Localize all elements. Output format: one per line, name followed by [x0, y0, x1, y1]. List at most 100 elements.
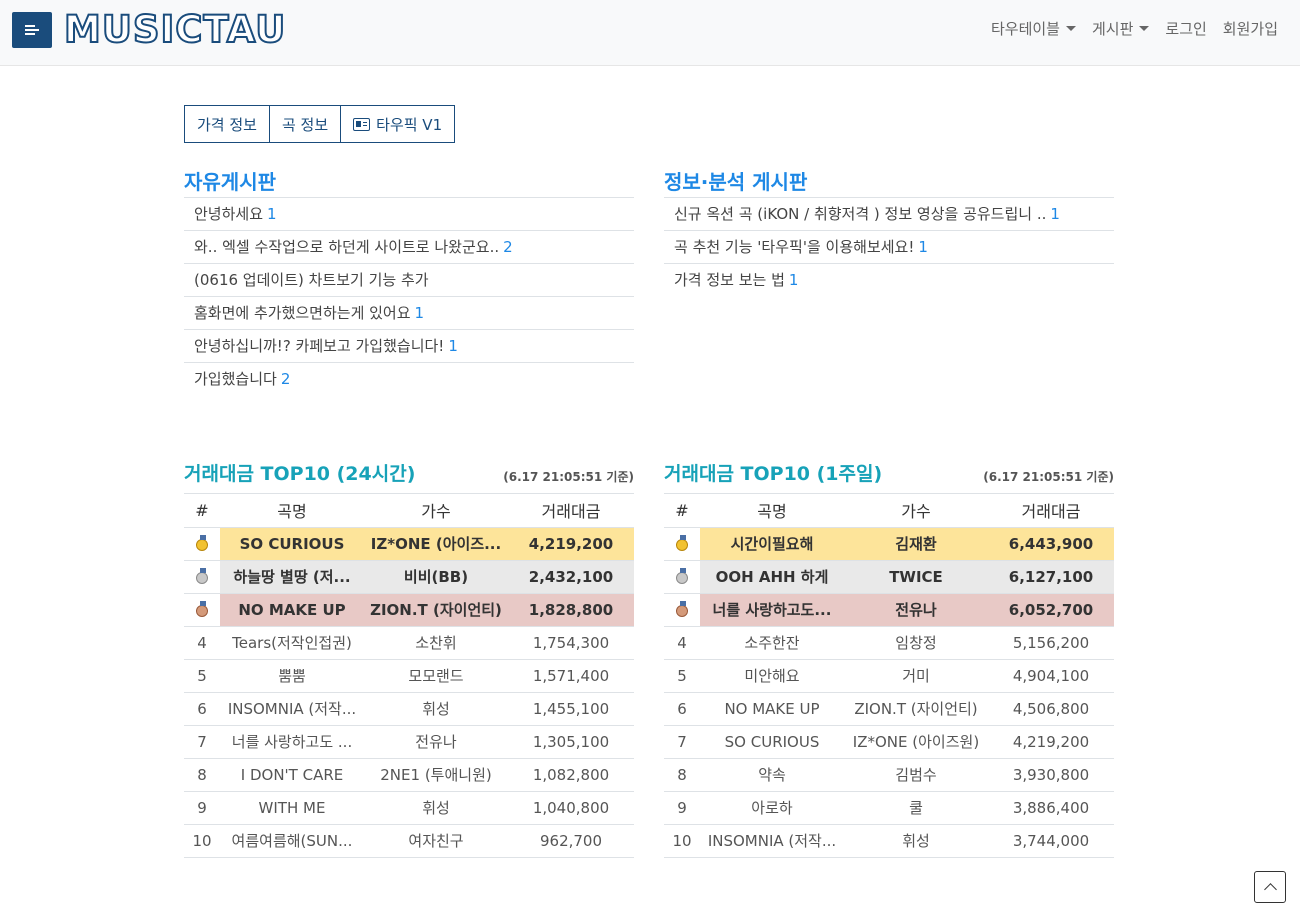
song-cell: NO MAKE UP	[220, 593, 364, 627]
table-row[interactable]: 하늘땅 별땅 (저... 비비(BB) 2,432,100	[184, 560, 634, 594]
song-cell: INSOMNIA (저작...	[700, 824, 844, 858]
rank-cell: 10	[184, 824, 220, 858]
table-row[interactable]: 8 약속 김범수 3,930,800	[664, 758, 1114, 792]
comment-count: 1	[918, 238, 928, 256]
table-row[interactable]: 8I DON'T CARE 2NE1 (투애니원) 1,082,800	[184, 758, 634, 792]
artist-cell: 모모랜드	[364, 659, 508, 693]
table-row[interactable]: 6 NO MAKE UP ZION.T (자이언티) 4,506,800	[664, 692, 1114, 726]
amount-cell: 1,754,300	[508, 626, 634, 660]
table-row[interactable]: 4 Tears(저작인접권) 소찬휘 1,754,300	[184, 626, 634, 660]
post-title: 와.. 엑셀 수작업으로 하던게 사이트로 나왔군요..	[194, 238, 500, 256]
silver-medal-icon	[196, 567, 208, 584]
scroll-to-top-button[interactable]	[1254, 871, 1286, 903]
nav-label: 회원가입	[1222, 20, 1278, 38]
amount-cell: 1,040,800	[508, 791, 634, 825]
menu-toggle-button[interactable]	[12, 12, 52, 48]
amount-cell: 4,219,200	[508, 527, 634, 561]
song-cell: 너를 사랑하고도 ...	[220, 725, 364, 759]
top10-1w-title: 거래대금 TOP10 (1주일)	[664, 463, 883, 485]
artist-cell: 휘성	[364, 692, 508, 726]
free-board-title[interactable]: 자유게시판	[184, 166, 634, 198]
id-card-icon	[353, 117, 371, 131]
col-artist: 가수	[844, 494, 988, 528]
menu-icon	[25, 25, 35, 27]
amount-cell: 6,443,900	[988, 527, 1114, 561]
table-row[interactable]: 6 INSOMNIA (저작... 휘성 1,455,100	[184, 692, 634, 726]
post-item[interactable]: 와.. 엑셀 수작업으로 하던게 사이트로 나왔군요.. 2	[184, 231, 634, 264]
col-song: 곡명	[700, 494, 844, 528]
song-info-button[interactable]: 곡 정보	[268, 105, 342, 143]
post-title: 홈화면에 추가했으면하는게 있어요	[194, 304, 411, 322]
table-row[interactable]: 9 아로하 쿨 3,886,400	[664, 791, 1114, 825]
silver-medal-icon	[676, 567, 688, 584]
table-row[interactable]: 9 WITH ME 휘성 1,040,800	[184, 791, 634, 825]
post-title: 곡 추천 기능 '타우픽'을 이용해보세요!	[674, 238, 915, 256]
song-cell: 여름여름해(SUN...	[220, 824, 364, 858]
table-row[interactable]: 10 INSOMNIA (저작... 휘성 3,744,000	[664, 824, 1114, 858]
nav-item-signup[interactable]: 회원가입	[1223, 18, 1278, 39]
song-cell: 아로하	[700, 791, 844, 825]
caret-down-icon	[1065, 26, 1076, 31]
nav-menu: 타우테이블 게시판 로그인 회원가입	[991, 18, 1278, 39]
post-item[interactable]: 안녕하세요 1	[184, 198, 634, 231]
song-cell: WITH ME	[220, 791, 364, 825]
post-item[interactable]: 가입했습니다 2	[184, 363, 634, 396]
rank-cell: 7	[184, 725, 220, 759]
rank-cell	[184, 560, 220, 594]
logo[interactable]: MUSICTAU	[63, 7, 286, 52]
post-title: 신규 옥션 곡 (iKON / 취향저격 ) 정보 영상을 공유드립니 ..	[674, 205, 1047, 223]
table-row[interactable]: 5 뿜뿜 모모랜드 1,571,400	[184, 659, 634, 693]
artist-cell: 휘성	[364, 791, 508, 825]
artist-cell: IZ*ONE (아이즈원)	[844, 725, 988, 759]
table-row[interactable]: 5 미안해요 거미 4,904,100	[664, 659, 1114, 693]
nav-item-login[interactable]: 로그인	[1165, 18, 1206, 39]
view-button-group: 가격 정보 곡 정보 타우픽 V1	[184, 105, 456, 143]
col-amount: 거래대금	[988, 494, 1114, 528]
table-row[interactable]: 시간이필요해 김재환 6,443,900	[664, 527, 1114, 561]
song-cell: 미안해요	[700, 659, 844, 693]
song-cell: SO CURIOUS	[220, 527, 364, 561]
post-item[interactable]: 가격 정보 보는 법1	[664, 264, 1114, 297]
col-amount: 거래대금	[508, 494, 634, 528]
nav-item-board[interactable]: 게시판	[1092, 18, 1150, 39]
artist-cell: 전유나	[844, 593, 988, 627]
artist-cell: 비비(BB)	[364, 560, 508, 594]
table-row[interactable]: 7 SO CURIOUS IZ*ONE (아이즈원) 4,219,200	[664, 725, 1114, 759]
info-board-title[interactable]: 정보·분석 게시판	[664, 166, 1114, 198]
table-row[interactable]: NO MAKE UP ZION.T (자이언티) 1,828,800	[184, 593, 634, 627]
taupick-button[interactable]: 타우픽 V1	[340, 105, 456, 143]
song-cell: 시간이필요해	[700, 527, 844, 561]
table-row[interactable]: SO CURIOUS IZ*ONE (아이즈... 4,219,200	[184, 527, 634, 561]
timestamp: (6.17 21:05:51 기준)	[983, 470, 1114, 484]
rank-cell	[664, 527, 700, 561]
post-item[interactable]: 안녕하십니까!? 카페보고 가입했습니다! 1	[184, 330, 634, 363]
post-item[interactable]: 곡 추천 기능 '타우픽'을 이용해보세요! 1	[664, 231, 1114, 264]
table-row[interactable]: 너를 사랑하고도... 전유나 6,052,700	[664, 593, 1114, 627]
info-board-list: 신규 옥션 곡 (iKON / 취향저격 ) 정보 영상을 공유드립니 .. 1 곡…	[664, 198, 1114, 297]
table-row[interactable]: OOH AHH 하게 TWICE 6,127,100	[664, 560, 1114, 594]
top10-24h-table: # 곡명 가수 거래대금 SO CURIOUS IZ*ONE (아이즈... 4,2…	[184, 494, 634, 858]
table-row[interactable]: 7 너를 사랑하고도 ... 전유나 1,305,100	[184, 725, 634, 759]
table-row[interactable]: 10 여름여름해(SUN... 여자친구 962,700	[184, 824, 634, 858]
nav-item-tautable[interactable]: 타우테이블	[991, 18, 1076, 39]
gold-medal-icon	[196, 534, 208, 551]
comment-count: 1	[788, 271, 799, 289]
comment-count: 2	[280, 370, 291, 388]
top10-24h-title: 거래대금 TOP10 (24시간)	[184, 463, 416, 485]
post-item[interactable]: 신규 옥션 곡 (iKON / 취향저격 ) 정보 영상을 공유드립니 .. 1	[664, 198, 1114, 231]
rank-cell: 5	[664, 659, 700, 693]
rank-cell: 6	[664, 692, 700, 726]
artist-cell: IZ*ONE (아이즈...	[364, 527, 508, 561]
price-info-button[interactable]: 가격 정보	[184, 105, 270, 143]
rank-cell	[184, 527, 220, 561]
post-item[interactable]: 홈화면에 추가했으면하는게 있어요 1	[184, 297, 634, 330]
amount-cell: 3,930,800	[988, 758, 1114, 792]
amount-cell: 962,700	[508, 824, 634, 858]
table-header: # 곡명 가수 거래대금	[664, 494, 1114, 528]
comment-count: 2	[503, 238, 513, 256]
post-title: (0616 업데이트) 차트보기 기능 추가	[194, 271, 429, 289]
rank-cell: 9	[184, 791, 220, 825]
post-item[interactable]: (0616 업데이트) 차트보기 기능 추가	[184, 264, 634, 297]
amount-cell: 3,744,000	[988, 824, 1114, 858]
table-row[interactable]: 4 소주한잔 임창정 5,156,200	[664, 626, 1114, 660]
